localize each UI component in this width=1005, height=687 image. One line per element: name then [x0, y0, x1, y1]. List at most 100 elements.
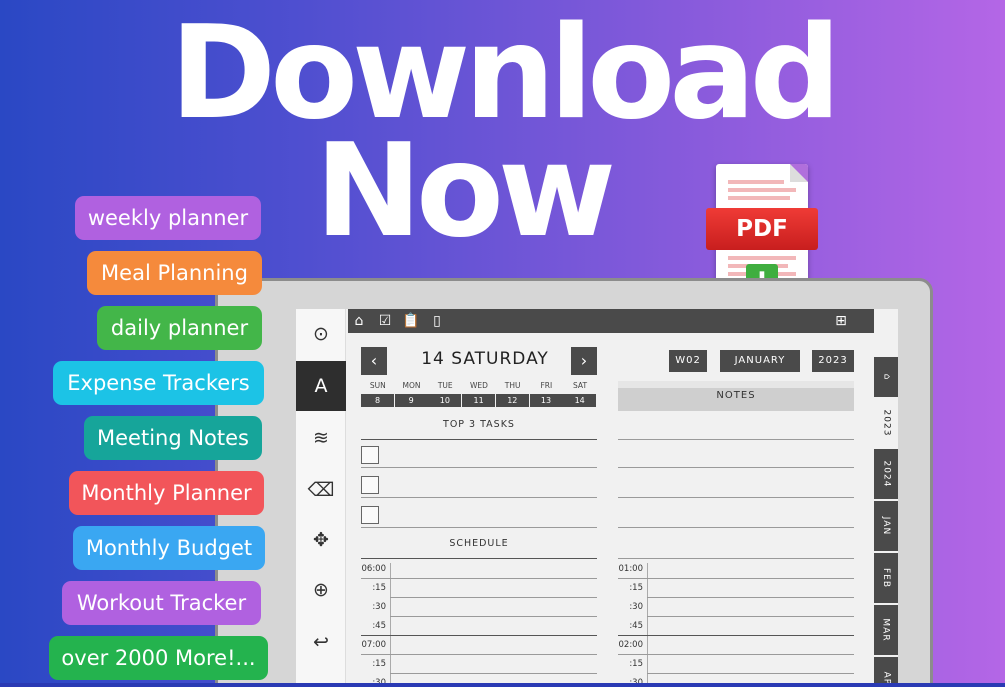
undo-icon[interactable]: ↩: [296, 617, 346, 667]
weekday-label: THU: [504, 381, 521, 390]
divider: [390, 597, 597, 598]
tab-label: MAR: [881, 618, 891, 642]
time-slot-label: 02:00: [618, 640, 644, 650]
time-slot-label: :30: [629, 602, 643, 612]
divider: [647, 673, 854, 674]
week-tag[interactable]: W02: [669, 350, 707, 372]
pdf-label: PDF: [706, 208, 818, 250]
pill-weekly-planner[interactable]: weekly planner: [75, 196, 261, 240]
pill-daily-planner[interactable]: daily planner: [97, 306, 262, 350]
tab-mar[interactable]: MAR: [874, 605, 898, 657]
tab-2023[interactable]: 2023: [874, 399, 898, 449]
planner-top-bar: ⌂ ☑ 📋 ▯ ⊞: [348, 309, 874, 333]
planner-screen: ⊙ A ≋ ⌫ ✥ ⊕ ↩ ⌂ ☑ 📋 ▯ ⊞ ‹ 14 SATURDAY › …: [296, 309, 898, 687]
tab-home[interactable]: ⌂: [874, 357, 898, 399]
time-slot-label: :15: [372, 659, 386, 669]
weekday-label: SUN: [369, 381, 386, 390]
notes-title: NOTES: [716, 390, 756, 401]
time-slot-label: :45: [629, 621, 643, 631]
task-checkbox[interactable]: [361, 506, 379, 524]
divider: [361, 527, 597, 528]
tab-2024[interactable]: 2024: [874, 449, 898, 501]
clipboard-icon[interactable]: 📋: [402, 312, 420, 330]
schedule-title: SCHEDULE: [449, 538, 509, 549]
month-tag[interactable]: JANUARY: [720, 350, 800, 372]
pill-monthly-budget[interactable]: Monthly Budget: [73, 526, 265, 570]
time-slot-label: :15: [629, 583, 643, 593]
task-checkbox[interactable]: [361, 476, 379, 494]
tab-label: 2023: [881, 409, 891, 437]
divider: [361, 439, 597, 440]
divider: [647, 563, 648, 687]
date-cell[interactable]: 12: [495, 394, 529, 407]
weekday-label: TUE: [437, 381, 453, 390]
tab-label: 2024: [881, 460, 891, 488]
divider: [390, 616, 597, 617]
divider: [361, 497, 597, 498]
pill-meeting-notes[interactable]: Meeting Notes: [84, 416, 262, 460]
pill-expense-trackers[interactable]: Expense Trackers: [53, 361, 264, 405]
time-slot-label: 06:00: [361, 564, 387, 574]
date-cell[interactable]: 14: [563, 394, 597, 407]
time-slot-label: :15: [629, 659, 643, 669]
time-slot-label: :15: [372, 583, 386, 593]
text-tool-icon[interactable]: A: [296, 361, 346, 411]
bottom-strip: [0, 683, 1005, 687]
date-cell[interactable]: 10: [428, 394, 462, 407]
document-icon[interactable]: ▯: [428, 312, 446, 330]
tool-sidebar: ⊙ A ≋ ⌫ ✥ ⊕ ↩: [296, 309, 346, 687]
pill-monthly-planner[interactable]: Monthly Planner: [69, 471, 264, 515]
home-icon[interactable]: ⌂: [350, 312, 368, 330]
date-cell[interactable]: 9: [394, 394, 428, 407]
home-icon: ⌂: [881, 373, 891, 381]
divider: [361, 578, 597, 579]
pill-over-2000-more[interactable]: over 2000 More!...: [49, 636, 268, 680]
zoom-icon[interactable]: ⊕: [296, 565, 346, 615]
date-cell[interactable]: 8: [361, 394, 394, 407]
tab-feb[interactable]: FEB: [874, 553, 898, 605]
weekday-label: WED: [469, 381, 488, 390]
prev-day-button[interactable]: ‹: [361, 347, 387, 375]
divider: [618, 558, 854, 559]
time-slot-label: :30: [372, 602, 386, 612]
divider: [390, 673, 597, 674]
divider: [361, 558, 597, 559]
divider: [618, 654, 854, 655]
weekday-label: FRI: [540, 381, 553, 390]
time-slot-label: :45: [372, 621, 386, 631]
pen-tool-icon[interactable]: ⊙: [296, 309, 346, 359]
notes-header: NOTES: [618, 381, 854, 411]
top-tasks-title: TOP 3 TASKS: [443, 419, 515, 430]
pill-workout-tracker[interactable]: Workout Tracker: [62, 581, 261, 625]
task-checkbox[interactable]: [361, 446, 379, 464]
divider: [618, 527, 854, 528]
divider: [618, 467, 854, 468]
tab-jan[interactable]: JAN: [874, 501, 898, 553]
lines-tool-icon[interactable]: ≋: [296, 413, 346, 463]
divider: [647, 616, 854, 617]
eraser-icon[interactable]: ⌫: [296, 465, 346, 515]
divider: [647, 597, 854, 598]
divider: [618, 635, 854, 636]
checkbox-icon[interactable]: ☑: [376, 312, 394, 330]
layout-icon[interactable]: ⊞: [832, 312, 850, 330]
date-cell[interactable]: 13: [529, 394, 563, 407]
divider: [618, 497, 854, 498]
divider: [618, 439, 854, 440]
tab-label: JAN: [880, 516, 891, 536]
tab-label: FEB: [880, 567, 891, 589]
divider: [361, 635, 597, 636]
pdf-download-icon[interactable]: PDF ⬇: [706, 164, 818, 296]
weekday-label: SAT: [573, 381, 588, 390]
divider: [390, 563, 391, 687]
next-day-button[interactable]: ›: [571, 347, 597, 375]
weekday-label: MON: [402, 381, 421, 390]
time-slot-label: 01:00: [618, 564, 644, 574]
pill-meal-planning[interactable]: Meal Planning: [87, 251, 262, 295]
time-slot-label: 07:00: [361, 640, 387, 650]
year-tag[interactable]: 2023: [812, 350, 854, 372]
date-cell[interactable]: 11: [462, 394, 496, 407]
divider: [361, 467, 597, 468]
move-icon[interactable]: ✥: [296, 515, 346, 565]
day-title: 14 SATURDAY: [421, 349, 549, 369]
